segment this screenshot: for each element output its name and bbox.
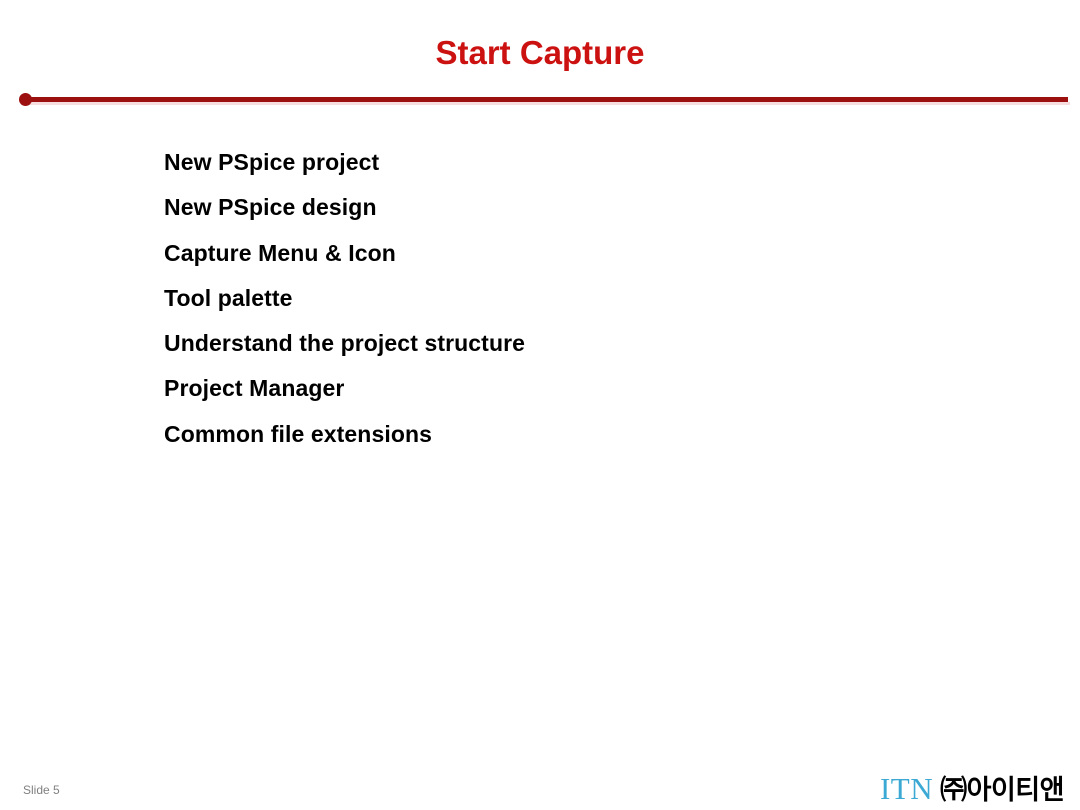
list-item: Capture Menu & Icon bbox=[164, 239, 396, 266]
list-item: Understand the project structure bbox=[164, 330, 526, 357]
logo-itn-text: ITN bbox=[879, 771, 934, 806]
list-item: Tool palette bbox=[164, 284, 293, 311]
list-item: Project Manager bbox=[164, 375, 345, 402]
agenda-list: New PSpice project New PSpice design Cap… bbox=[164, 140, 1024, 457]
divider-line bbox=[22, 97, 1068, 102]
list-item: Common file extensions bbox=[164, 420, 433, 447]
list-item: New PSpice design bbox=[164, 194, 377, 221]
logo-korean-text: ㈜아이티앤 bbox=[940, 775, 1064, 806]
divider-line-shadow bbox=[24, 102, 1070, 105]
slide-number: Slide 5 bbox=[23, 783, 60, 797]
divider-dot-icon bbox=[19, 93, 32, 106]
slide-canvas: Start Capture New PSpice project New PSp… bbox=[0, 0, 1080, 810]
title-divider bbox=[0, 90, 1080, 110]
page-title: Start Capture bbox=[435, 34, 645, 71]
list-item: New PSpice project bbox=[164, 149, 380, 175]
company-logo: ITN ㈜아이티앤 bbox=[879, 768, 1065, 807]
